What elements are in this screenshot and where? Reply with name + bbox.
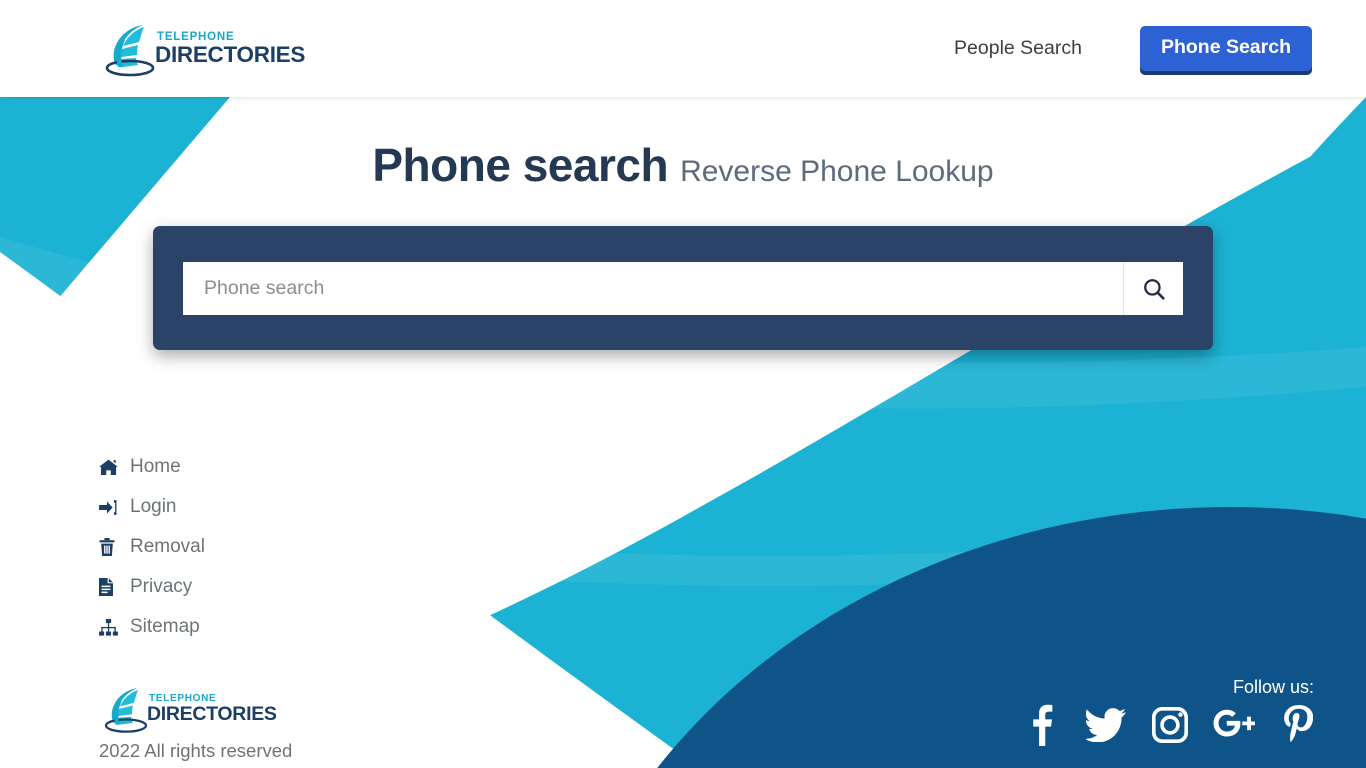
search-field-row — [183, 262, 1183, 315]
footer-brand: TELEPHONE DIRECTORIES 2022 All rights re… — [99, 682, 292, 762]
footer-link-label: Removal — [130, 536, 205, 557]
hero-heading: Phone search Reverse Phone Lookup — [0, 138, 1366, 192]
copyright-text: 2022 All rights reserved — [99, 740, 293, 761]
footer-link-label: Privacy — [130, 576, 193, 597]
site-header: TELEPHONE DIRECTORIES People Search Phon… — [0, 0, 1366, 97]
home-icon — [99, 459, 121, 476]
search-input[interactable] — [183, 262, 1123, 315]
footer-logo-link[interactable]: TELEPHONE DIRECTORIES — [99, 682, 292, 736]
trash-icon — [99, 538, 121, 556]
social-link-instagram[interactable] — [1150, 703, 1190, 747]
page-subtitle: Reverse Phone Lookup — [680, 155, 994, 188]
quill-swoosh-logo-icon — [99, 682, 153, 736]
social-link-twitter[interactable] — [1086, 703, 1126, 747]
logo-line-directories: DIRECTORIES — [155, 42, 306, 67]
footer-link-label: Login — [130, 496, 177, 517]
header-logo-link[interactable]: TELEPHONE DIRECTORIES — [99, 17, 305, 81]
pinterest-icon — [1283, 705, 1313, 745]
logo-line-directories: DIRECTORIES — [147, 702, 277, 725]
footer-link-label: Home — [130, 456, 181, 477]
footer-link-login[interactable]: Login — [99, 487, 205, 527]
footer-logo-wordmark: TELEPHONE DIRECTORIES — [147, 693, 277, 725]
search-submit-button[interactable] — [1123, 262, 1183, 315]
footer-link-privacy[interactable]: Privacy — [99, 567, 205, 607]
sitemap-icon — [99, 618, 121, 636]
search-panel — [153, 226, 1213, 350]
nav-phone-search-button[interactable]: Phone Search — [1139, 26, 1312, 71]
footer-link-removal[interactable]: Removal — [99, 527, 205, 567]
header-logo-wordmark: TELEPHONE DIRECTORIES — [155, 31, 306, 67]
social-link-facebook[interactable] — [1022, 703, 1062, 747]
page-root: TELEPHONE DIRECTORIES People Search Phon… — [0, 0, 1366, 768]
footer-link-label: Sitemap — [130, 616, 200, 637]
search-icon — [1141, 276, 1167, 302]
background-decoration — [0, 97, 1366, 768]
instagram-icon — [1152, 707, 1188, 743]
twitter-icon — [1086, 708, 1126, 742]
facebook-icon — [1030, 704, 1054, 746]
google-plus-icon — [1213, 709, 1255, 741]
footer-link-list: Home Login Removal Privacy Sitemap — [99, 447, 205, 647]
header-nav: People Search Phone Search — [944, 0, 1312, 97]
social-links — [1022, 700, 1318, 750]
nav-people-search-link[interactable]: People Search — [944, 31, 1092, 66]
social-link-pinterest[interactable] — [1278, 703, 1318, 747]
footer-link-sitemap[interactable]: Sitemap — [99, 607, 205, 647]
page-title: Phone search — [372, 139, 669, 191]
file-text-icon — [99, 578, 121, 596]
social-link-google-plus[interactable] — [1213, 703, 1255, 747]
follow-us-label: Follow us: — [1232, 677, 1314, 697]
quill-swoosh-logo-icon — [99, 18, 161, 80]
sign-in-icon — [99, 499, 121, 516]
footer-link-home[interactable]: Home — [99, 447, 205, 487]
